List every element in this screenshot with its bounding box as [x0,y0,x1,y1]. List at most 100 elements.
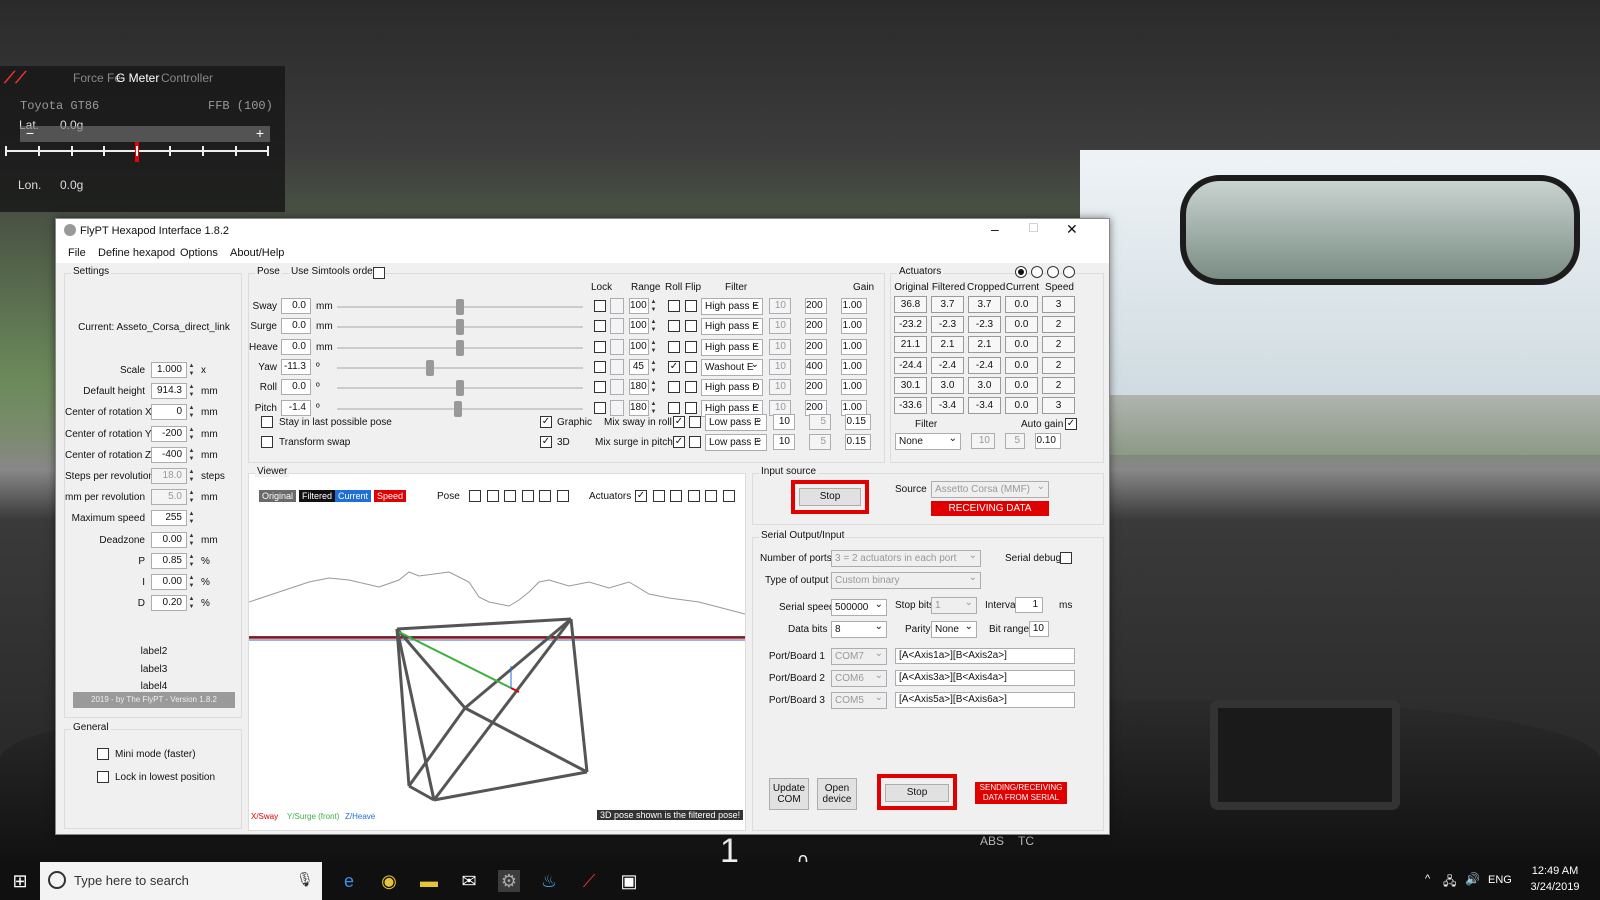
plus-icon[interactable]: + [252,126,268,141]
pose-slider[interactable] [337,299,583,315]
port-string-input[interactable]: [A<Axis5a>][B<Axis6a>] [895,692,1075,708]
assetto-corsa-icon[interactable]: ⟋ [578,870,600,892]
filter-dropdown[interactable]: High pass E [701,298,763,315]
pose-slider[interactable] [337,359,583,376]
range-input[interactable]: 180 [629,399,649,416]
pose-view-checkbox[interactable] [486,490,499,502]
parity-dropdown[interactable]: None [931,621,977,638]
data-bits-dropdown[interactable]: 8 [831,621,887,638]
gain-input[interactable]: 1.00 [841,338,867,355]
range-input[interactable]: 100 [629,338,649,355]
mix-sway-gain[interactable]: 0.15 [845,414,871,430]
serial-stop-button[interactable]: Stop [885,784,949,802]
filter-param1[interactable]: 10 [769,358,791,375]
spin-buttons[interactable]: ▲ ▼ [187,404,196,420]
mix-sway-param2[interactable]: 5 [809,414,831,430]
slider-thumb[interactable] [456,339,464,356]
filter-param2[interactable]: 200 [805,298,827,314]
lock-value[interactable] [610,399,624,416]
tab-controller[interactable]: Controller [161,71,213,85]
filter-param1[interactable]: 10 [769,298,791,314]
ports-dropdown[interactable]: 3 = 2 actuators in each port [831,550,981,567]
flypt-app-icon[interactable]: ⚙ [498,870,520,892]
spin-buttons[interactable]: ▲ ▼ [187,532,196,548]
flip-checkbox[interactable] [685,320,697,333]
language-indicator[interactable]: ENG [1488,874,1512,886]
filter-param2[interactable]: 200 [805,379,827,396]
menu-options[interactable]: Options [180,247,218,259]
maximize-icon[interactable]: ☐ [1028,221,1039,235]
source-dropdown[interactable]: Assetto Corsa (MMF) [931,481,1049,498]
tab-gmeter[interactable]: G Meter [116,71,159,85]
setting-input[interactable]: 914.3 [151,383,187,400]
pose-view-checkbox[interactable] [539,490,551,502]
mix-sway-filter-dropdown[interactable]: Low pass E [705,414,767,431]
lock-value[interactable] [610,379,624,396]
actuator-view-checkbox[interactable] [687,490,700,502]
flip-checkbox[interactable] [685,300,697,312]
actuator-view-checkbox[interactable]: ✓ [635,490,647,502]
pose-slider[interactable] [337,319,583,336]
mix-sway-param1[interactable]: 10 [773,414,795,430]
lock-checkbox[interactable] [594,300,606,312]
volume-icon[interactable]: 🔊 [1465,872,1480,886]
filter-dropdown[interactable]: High pass E [701,318,763,336]
actuator-mode-radio-1[interactable] [1015,266,1027,278]
minus-icon[interactable]: − [22,126,38,141]
spin-buttons[interactable]: ▲ ▼ [649,298,658,314]
setting-input[interactable]: 0.85 [151,552,187,569]
steam-icon[interactable]: ♨ [538,870,560,892]
actuator-view-checkbox[interactable] [705,490,717,502]
setting-input[interactable]: -200 [151,425,187,442]
taskbar-search[interactable]: Type here to search 🎙 [40,862,322,900]
serial-debug-checkbox[interactable] [1060,552,1072,564]
actuator-mode-radio-4[interactable] [1063,266,1075,278]
actuator-mode-radio-2[interactable] [1031,266,1043,278]
menu-define-hexapod[interactable]: Define hexapod [98,247,175,259]
spin-buttons[interactable]: ▲ ▼ [187,383,196,399]
close-icon[interactable]: ✕ [1066,221,1078,238]
slider-thumb[interactable] [454,400,462,417]
port-com-dropdown[interactable]: COM7 [831,648,887,665]
spin-buttons[interactable]: ▲ ▼ [649,339,658,355]
port-com-dropdown[interactable]: COM5 [831,692,887,709]
actuator-view-checkbox[interactable] [722,490,735,502]
mix-surge-param2[interactable]: 5 [809,434,831,450]
windows-start-icon[interactable]: ⊞ [9,870,31,892]
lock-checkbox[interactable] [594,381,606,394]
setting-input[interactable]: 0.00 [151,531,187,548]
flip-checkbox[interactable] [685,401,697,414]
roll-checkbox[interactable] [668,401,680,414]
lock-value[interactable] [610,298,624,314]
spin-buttons[interactable]: ▲ ▼ [187,468,196,484]
gain-input[interactable]: 1.00 [841,318,867,335]
range-input[interactable]: 180 [629,379,649,396]
roll-checkbox[interactable] [668,320,680,333]
bit-range-input[interactable]: 10 [1029,621,1049,637]
spin-buttons[interactable]: ▲ ▼ [187,595,196,611]
setting-input[interactable]: 0 [151,404,187,421]
filter-param2[interactable]: 200 [805,338,827,355]
serial-speed-dropdown[interactable]: 500000 [831,599,887,616]
filter-param1[interactable]: 10 [769,338,791,355]
graphic-checkbox[interactable]: ✓ [540,416,552,428]
spin-buttons[interactable]: ▲ ▼ [649,359,658,375]
actuator-view-checkbox[interactable] [652,490,665,502]
app-window-icon[interactable]: ▣ [618,870,640,892]
actuator-filter-param1[interactable]: 10 [971,433,995,449]
gain-input[interactable]: 1.00 [841,358,867,375]
mix-sway-flip-checkbox[interactable] [689,416,701,428]
pose-view-checkbox[interactable] [469,490,481,502]
filter-param2[interactable]: 400 [805,358,827,375]
lock-checkbox[interactable] [594,320,606,333]
roll-checkbox[interactable] [668,300,680,312]
3d-checkbox[interactable]: ✓ [540,436,552,448]
roll-checkbox[interactable]: ✓ [668,360,680,373]
chrome-icon[interactable]: ◉ [378,870,400,892]
filter-param1[interactable]: 10 [769,318,791,335]
port-string-input[interactable]: [A<Axis3a>][B<Axis4a>] [895,670,1075,686]
tray-chevron-icon[interactable]: ^ [1425,873,1430,885]
actuator-filter-gain[interactable]: 0.10 [1035,433,1061,449]
type-output-dropdown[interactable]: Custom binary [831,572,981,589]
network-icon[interactable]: 🖧 [1443,872,1456,893]
